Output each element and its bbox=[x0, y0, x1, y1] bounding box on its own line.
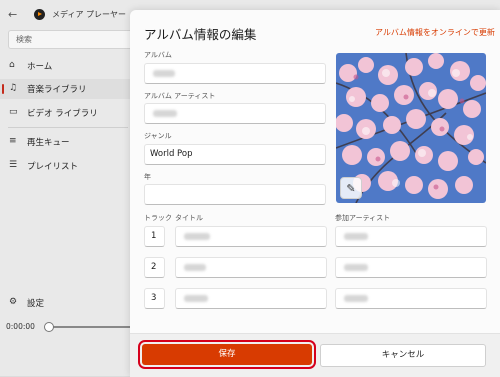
search-input[interactable]: 検索 bbox=[8, 30, 144, 49]
nav-label: 音楽ライブラリ bbox=[27, 85, 87, 95]
genre-label: ジャンル bbox=[144, 132, 172, 140]
album-label: アルバム bbox=[144, 51, 172, 59]
contributing-artist-header: 参加アーティスト bbox=[335, 214, 391, 222]
pencil-icon: ✎ bbox=[346, 181, 356, 195]
elapsed-time: 0:00:00 bbox=[6, 322, 35, 331]
track-header: トラック bbox=[144, 214, 172, 222]
search-placeholder: 検索 bbox=[16, 35, 32, 44]
title-bar: ← メディア プレーヤー bbox=[0, 0, 130, 30]
dialog-title: アルバム情報の編集 bbox=[144, 27, 257, 42]
album-artist-field[interactable] bbox=[144, 103, 326, 124]
playlist-icon: ☰ bbox=[9, 160, 18, 170]
track-artist-field[interactable] bbox=[335, 257, 487, 278]
redacted-text bbox=[153, 110, 177, 117]
online-update-link[interactable]: アルバム情報をオンラインで更新 bbox=[375, 27, 495, 38]
year-label: 年 bbox=[144, 173, 151, 181]
track-title-field[interactable] bbox=[175, 257, 327, 278]
nav-item-settings[interactable]: ⚙ 設定 bbox=[0, 293, 130, 313]
redacted-text bbox=[344, 233, 368, 240]
video-icon: ▭ bbox=[9, 107, 18, 117]
redacted-text bbox=[344, 264, 368, 271]
home-icon: ⌂ bbox=[9, 60, 15, 70]
queue-icon: ≡ bbox=[9, 136, 17, 146]
track-number-field[interactable]: 2 bbox=[144, 257, 165, 278]
seek-bar[interactable] bbox=[48, 326, 130, 328]
year-field[interactable] bbox=[144, 184, 326, 205]
nav-item-video-library[interactable]: ▭ ビデオ ライブラリ bbox=[0, 103, 130, 123]
title-header: タイトル bbox=[175, 214, 203, 222]
nav-item-home[interactable]: ⌂ ホーム bbox=[0, 56, 130, 76]
genre-value: World Pop bbox=[150, 149, 193, 159]
track-number: 3 bbox=[151, 293, 157, 303]
back-arrow-icon[interactable]: ← bbox=[8, 8, 17, 21]
redacted-text bbox=[184, 233, 210, 240]
redacted-text bbox=[153, 70, 175, 77]
track-artist-field[interactable] bbox=[335, 226, 487, 247]
app-title: メディア プレーヤー bbox=[52, 10, 126, 19]
track-title-field[interactable] bbox=[175, 226, 327, 247]
nav-label: プレイリスト bbox=[27, 162, 79, 172]
track-number-field[interactable]: 3 bbox=[144, 288, 165, 309]
save-button[interactable]: 保存 bbox=[138, 340, 316, 369]
seek-handle[interactable] bbox=[44, 322, 54, 332]
nav-divider bbox=[8, 127, 128, 128]
redacted-text bbox=[184, 295, 208, 302]
edit-album-dialog: アルバム情報の編集 アルバム情報をオンラインで更新 アルバム アルバム アーティ… bbox=[130, 10, 500, 377]
player-bar: 0:00:00 bbox=[0, 316, 130, 376]
nav-label: ビデオ ライブラリ bbox=[27, 109, 98, 119]
track-number: 1 bbox=[151, 231, 157, 241]
redacted-text bbox=[344, 295, 368, 302]
track-artist-field[interactable] bbox=[335, 288, 487, 309]
nav-item-music-library[interactable]: ♫ 音楽ライブラリ bbox=[0, 79, 130, 99]
nav-item-playlists[interactable]: ☰ プレイリスト bbox=[0, 156, 130, 176]
redacted-text bbox=[184, 264, 206, 271]
album-artist-label: アルバム アーティスト bbox=[144, 92, 216, 100]
album-field[interactable] bbox=[144, 63, 326, 84]
genre-field[interactable]: World Pop bbox=[144, 144, 326, 165]
dialog-footer: 保存 キャンセル bbox=[130, 333, 500, 377]
track-title-field[interactable] bbox=[175, 288, 327, 309]
nav-label: 再生キュー bbox=[27, 138, 70, 148]
nav-label: ホーム bbox=[27, 62, 53, 72]
gear-icon: ⚙ bbox=[9, 297, 18, 307]
cancel-button[interactable]: キャンセル bbox=[320, 344, 486, 367]
nav-label: 設定 bbox=[27, 299, 45, 309]
app-logo bbox=[34, 9, 45, 20]
track-number-field[interactable]: 1 bbox=[144, 226, 165, 247]
edit-art-button[interactable]: ✎ bbox=[340, 177, 362, 199]
track-number: 2 bbox=[151, 262, 157, 272]
nav-item-play-queue[interactable]: ≡ 再生キュー bbox=[0, 132, 130, 152]
music-icon: ♫ bbox=[9, 83, 18, 93]
album-art: ✎ bbox=[336, 53, 486, 203]
